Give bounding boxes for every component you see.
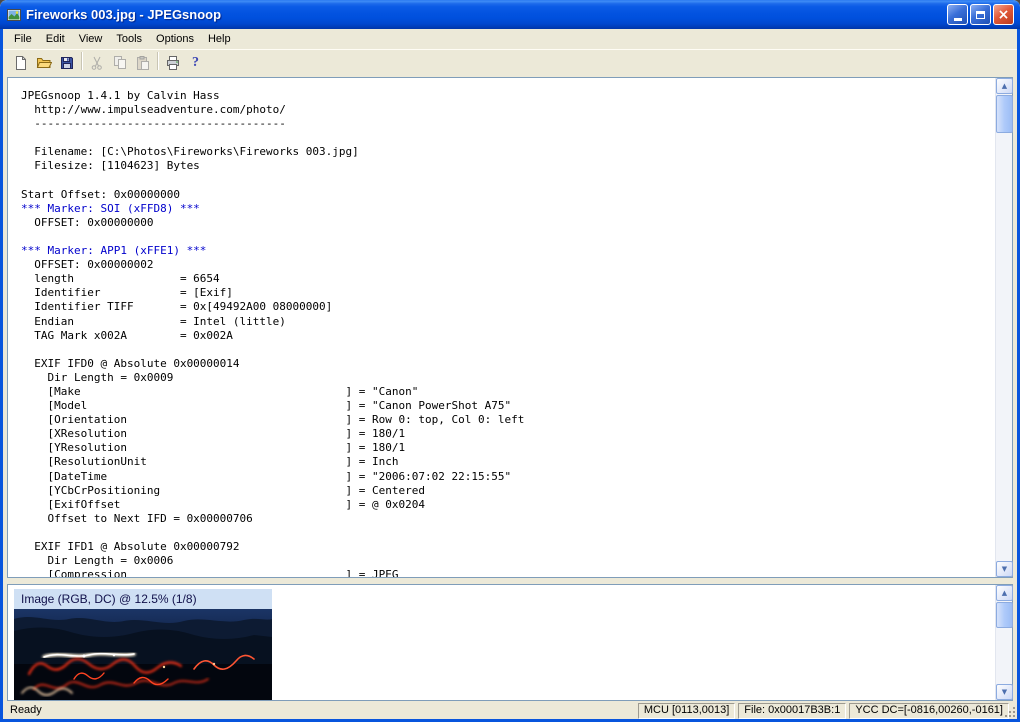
log-line: EXIF IFD1 @ Absolute 0x00000792 — [21, 540, 240, 553]
log-line: http://www.impulseadventure.com/photo/ — [21, 103, 286, 117]
log-line: [Model ] = "Canon PowerShot A75" — [21, 399, 512, 413]
about-help-button[interactable]: ? — [184, 52, 207, 74]
log-line: Start Offset: 0x00000000 — [21, 187, 180, 201]
paste-clipboard-icon — [136, 56, 149, 70]
log-line: [XResolution ] = 180/1 — [21, 427, 406, 441]
log-line: OFFSET: 0x00000002 — [21, 258, 154, 272]
log-line: Dir Length = 0x0006 — [21, 554, 174, 568]
help-question-icon: ? — [192, 55, 199, 70]
save-file-button[interactable] — [55, 52, 78, 74]
save-floppy-icon — [60, 57, 73, 69]
status-ready-text: Ready — [10, 704, 42, 716]
minimize-icon — [953, 17, 962, 21]
app-window: Fireworks 003.jpg - JPEGsnoop × File Edi… — [0, 0, 1020, 722]
status-file-panel: File: 0x00017B3B:1 — [738, 703, 847, 719]
new-document-icon — [15, 56, 26, 70]
menu-item-options[interactable]: Options — [149, 31, 201, 47]
preview-header: Image (RGB, DC) @ 12.5% (1/8) — [14, 589, 272, 609]
scroll-down-button[interactable]: ▼ — [996, 561, 1013, 577]
log-line: -------------------------------------- — [21, 117, 286, 131]
maximize-button[interactable] — [970, 4, 991, 25]
log-line: OFFSET: 0x00000000 — [21, 215, 154, 229]
window-border-left — [0, 29, 3, 722]
log-line: Identifier = [Exif] — [21, 286, 233, 300]
log-line: Identifier TIFF = 0x[49492A00 08000000] — [21, 300, 333, 314]
print-icon — [166, 56, 179, 70]
menu-item-help[interactable]: Help — [201, 31, 238, 47]
log-line: [Compression ] = JPEG — [21, 568, 399, 577]
scroll-thumb[interactable] — [996, 602, 1013, 628]
log-line: Dir Length = 0x0009 — [21, 370, 174, 384]
cut-scissors-icon — [91, 56, 102, 70]
menu-item-file[interactable]: File — [7, 31, 39, 47]
scroll-down-button[interactable]: ▼ — [996, 684, 1013, 700]
log-line: EXIF IFD0 @ Absolute 0x00000014 — [21, 356, 240, 370]
log-line: [YResolution ] = 180/1 — [21, 441, 406, 455]
preview-pane: Image (RGB, DC) @ 12.5% (1/8) ▲ ▼ — [7, 584, 1013, 701]
open-file-button[interactable] — [32, 52, 55, 74]
minimize-button[interactable] — [947, 4, 968, 25]
open-folder-icon — [36, 58, 52, 68]
log-line: *** Marker: APP1 (xFFE1) *** — [21, 244, 207, 258]
log-scrollbar-track[interactable]: ▲ ▼ — [995, 78, 1013, 577]
close-icon: × — [997, 6, 1010, 23]
log-line: [Make ] = "Canon" — [21, 384, 419, 398]
log-line: Offset to Next IFD = 0x00000706 — [21, 511, 253, 525]
log-line: JPEGsnoop 1.4.1 by Calvin Hass — [21, 89, 220, 102]
window-title: Fireworks 003.jpg - JPEGsnoop — [26, 7, 222, 22]
log-line: TAG Mark x002A = 0x002A — [21, 328, 233, 342]
copy-icon — [113, 56, 126, 69]
maximize-icon — [976, 10, 985, 19]
fireworks-thumbnail-image[interactable] — [14, 609, 272, 700]
copy-button — [108, 52, 131, 74]
title-bar[interactable]: Fireworks 003.jpg - JPEGsnoop × — [0, 0, 1020, 29]
status-ycc-panel: YCC DC=[-0816,00260,-0161] — [849, 703, 1009, 719]
menu-item-tools[interactable]: Tools — [109, 31, 149, 47]
toolbar: ? — [3, 49, 1017, 76]
scroll-up-button[interactable]: ▲ — [996, 78, 1013, 94]
log-line: [ExifOffset ] = @ 0x0204 — [21, 497, 425, 511]
log-line: *** Marker: SOI (xFFD8) *** — [21, 201, 200, 215]
log-line: length = 6654 — [21, 272, 220, 286]
status-mcu-panel: MCU [0113,0013] — [637, 703, 736, 719]
log-line: [Orientation ] = Row 0: top, Col 0: left — [21, 413, 525, 427]
scroll-up-button[interactable]: ▲ — [996, 585, 1013, 601]
resize-grip[interactable] — [1003, 705, 1016, 718]
menu-bar: File Edit View Tools Options Help — [3, 29, 1017, 49]
cut-button — [85, 52, 108, 74]
log-line: Filesize: [1104623] Bytes — [21, 159, 200, 173]
toolbar-separator — [78, 52, 85, 74]
app-icon — [7, 8, 21, 21]
new-document-button[interactable] — [9, 52, 32, 74]
scroll-thumb[interactable] — [996, 95, 1013, 133]
menu-item-view[interactable]: View — [72, 31, 110, 47]
preview-scrollbar-track[interactable]: ▲ ▼ — [995, 585, 1013, 700]
toolbar-separator — [154, 52, 161, 74]
log-line: [ResolutionUnit ] = Inch — [21, 455, 399, 469]
menu-item-edit[interactable]: Edit — [39, 31, 72, 47]
log-line: [YCbCrPositioning ] = Centered — [21, 483, 425, 497]
log-line: Filename: [C:\Photos\Fireworks\Fireworks… — [21, 145, 359, 159]
log-line: Endian = Intel (little) — [21, 314, 286, 328]
status-bar: Ready MCU [0113,0013] File: 0x00017B3B:1… — [3, 702, 1017, 719]
paste-button — [131, 52, 154, 74]
log-pane: JPEGsnoop 1.4.1 by Calvin Hass http://ww… — [7, 77, 1013, 578]
log-content: JPEGsnoop 1.4.1 by Calvin Hass http://ww… — [8, 78, 995, 577]
print-button[interactable] — [161, 52, 184, 74]
log-line: [DateTime ] = "2006:07:02 22:15:55" — [21, 469, 512, 483]
close-button[interactable]: × — [993, 4, 1014, 25]
